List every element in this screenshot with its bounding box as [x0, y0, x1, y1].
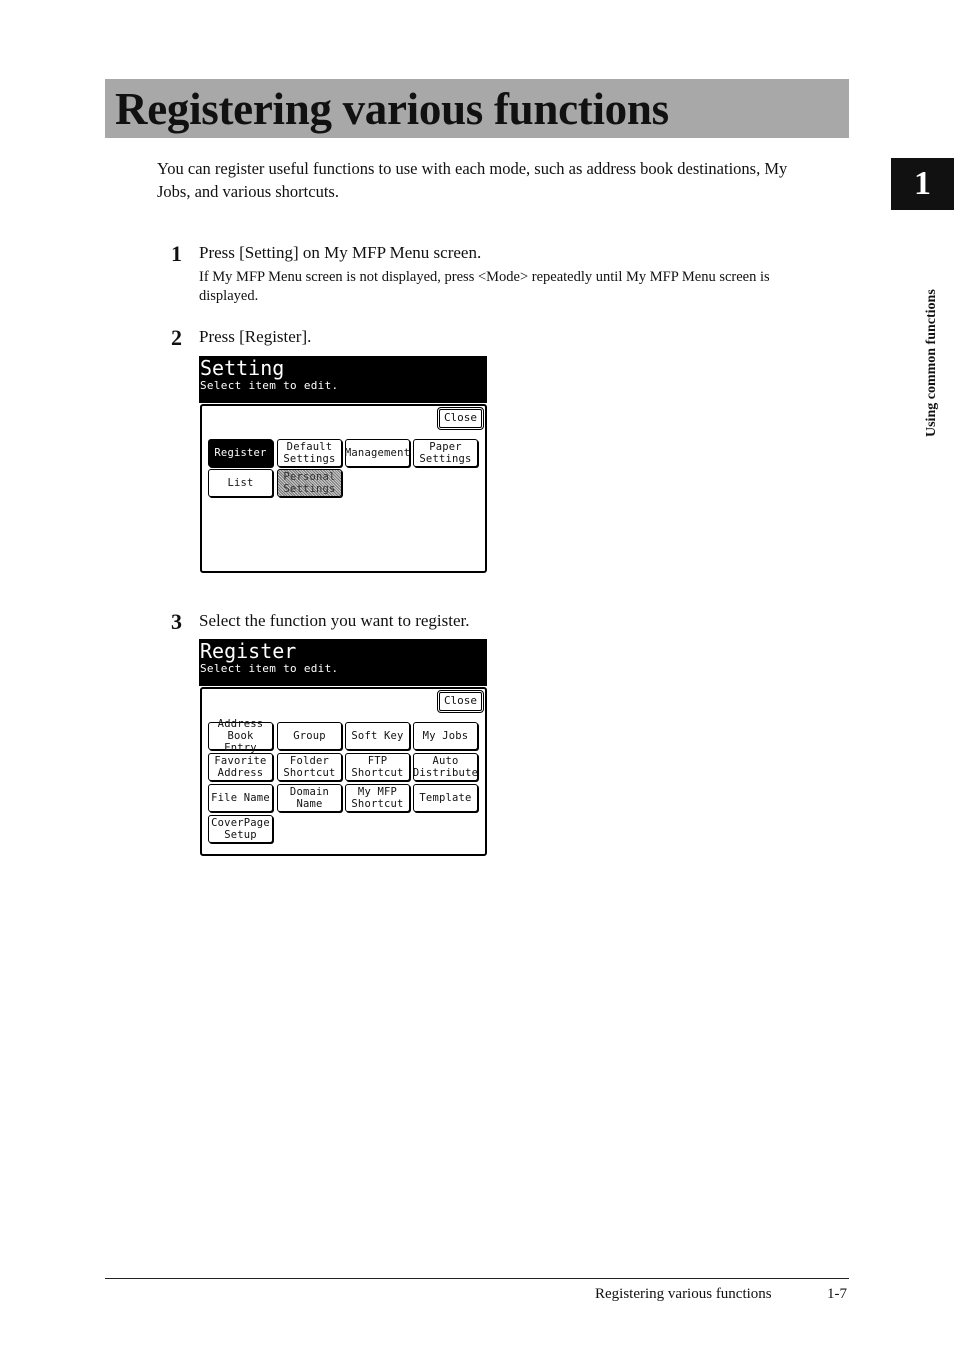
domain-name-button[interactable]: Domain Name: [277, 784, 342, 812]
template-button[interactable]: Template: [413, 784, 478, 812]
file-name-button[interactable]: File Name: [208, 784, 273, 812]
screen-subtitle: Select item to edit.: [200, 662, 339, 675]
step-note: If My MFP Menu screen is not displayed, …: [199, 269, 770, 304]
screen-header: Setting Select item to edit.: [199, 356, 487, 403]
paper-settings-button[interactable]: Paper Settings: [413, 439, 478, 467]
step-number: 3: [171, 609, 182, 634]
page-number: 1-7: [827, 1286, 847, 1302]
step-text: Press [Setting] on My MFP Menu screen.: [199, 243, 482, 262]
step-number: 1: [171, 241, 182, 266]
default-settings-button[interactable]: Default Settings: [277, 439, 342, 467]
register-screen: Register Select item to edit. Close Addr…: [199, 639, 487, 856]
personal-settings-button: Personal Settings: [277, 469, 342, 497]
folder-shortcut-button[interactable]: Folder Shortcut: [277, 753, 342, 781]
address-book-entry-button[interactable]: Address Book Entry: [208, 718, 273, 754]
close-button[interactable]: Close: [437, 690, 484, 713]
step-text: Press [Register].: [199, 327, 312, 346]
soft-key-button[interactable]: Soft Key: [345, 722, 410, 750]
register-button[interactable]: Register: [208, 439, 273, 467]
screen-title: Setting: [200, 356, 285, 380]
favorite-address-button[interactable]: Favorite Address: [208, 753, 273, 781]
page-title: Registering various functions: [115, 84, 669, 134]
chapter-side-label: Using common functions: [924, 289, 939, 437]
coverpage-setup-button[interactable]: CoverPage Setup: [208, 815, 273, 843]
setting-screen: Setting Select item to edit. Close Regis…: [199, 356, 487, 573]
screen-subtitle: Select item to edit.: [200, 379, 339, 392]
screen-header: Register Select item to edit.: [199, 639, 487, 686]
title-bar: Registering various functions: [105, 79, 849, 138]
step-text: Select the function you want to register…: [199, 611, 470, 630]
screen-title: Register: [200, 639, 297, 663]
footer-section-title: Registering various functions: [595, 1286, 772, 1302]
list-button[interactable]: List: [208, 469, 273, 497]
my-mfp-shortcut-button[interactable]: My MFP Shortcut: [345, 784, 410, 812]
chapter-tab: 1: [891, 158, 954, 210]
close-button[interactable]: Close: [437, 407, 484, 430]
ftp-shortcut-button[interactable]: FTP Shortcut: [345, 753, 410, 781]
step-number: 2: [171, 325, 182, 350]
intro-text: You can register useful functions to use…: [157, 159, 788, 201]
group-button[interactable]: Group: [277, 722, 342, 750]
management-button[interactable]: Management: [345, 439, 410, 467]
auto-distribute-button[interactable]: Auto Distribute: [413, 753, 478, 781]
my-jobs-button[interactable]: My Jobs: [413, 722, 478, 750]
footer-divider: [105, 1278, 849, 1279]
